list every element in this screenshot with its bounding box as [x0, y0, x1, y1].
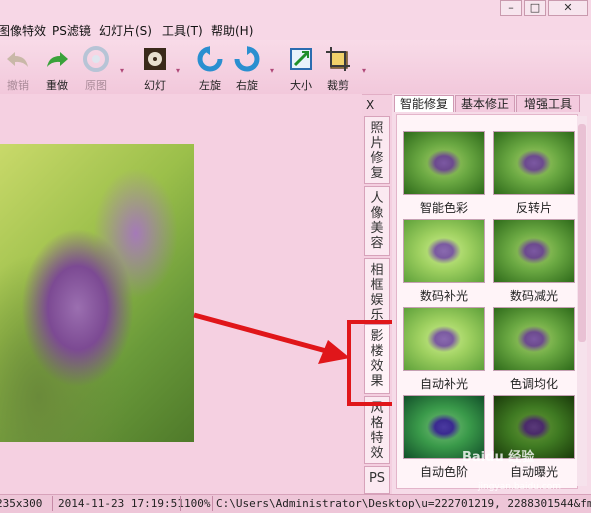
crop-label: 裁剪 [327, 79, 349, 92]
crop-dropdown-icon[interactable]: ▾ [362, 66, 370, 75]
resize-button[interactable]: 大小 [281, 46, 321, 92]
menu-tools[interactable]: 工具(T) [162, 22, 203, 39]
tab-enhance-tools[interactable]: 增强工具 [516, 95, 580, 112]
watermark-url: jingyan.baidu.com [478, 482, 562, 492]
rotate-left-button[interactable]: 左旋 [190, 46, 230, 92]
status-zoom: 100% [184, 497, 211, 510]
tab-portrait-beauty[interactable]: 人像美容 [364, 186, 390, 256]
menu-ps-filter[interactable]: PS滤镜 [52, 22, 91, 39]
thumb-digital-fill-light[interactable] [403, 219, 485, 283]
label-auto-exposure: 自动曝光 [509, 465, 558, 479]
scrollbar-thumb[interactable] [578, 124, 586, 342]
thumb-auto-fill-light[interactable] [403, 307, 485, 371]
original-button[interactable]: 原图 [76, 46, 116, 92]
menu-help[interactable]: 帮助(H) [211, 22, 253, 39]
label-reversal-film: 反转片 [515, 201, 552, 215]
undo-label: 撤销 [7, 79, 29, 92]
redo-label: 重做 [46, 79, 68, 92]
label-digital-reduce-light: 数码减光 [509, 289, 558, 303]
toolbar: 撤销 重做 原图 ▾ 幻灯 ▾ 左旋 右旋 ▾ 大小 裁剪 ▾ [0, 40, 591, 95]
tab-smart-repair[interactable]: 智能修复 [394, 95, 454, 112]
status-image-size: 235x300 [0, 497, 43, 510]
crop-button[interactable]: 裁剪 [318, 46, 358, 92]
label-digital-fill-light: 数码补光 [419, 289, 468, 303]
effects-panel: 智能修复 基本修正 增强工具 智能色彩 反转片 数码补光 数码减光 自动补光 色… [392, 94, 591, 494]
redo-button[interactable]: 重做 [37, 46, 77, 92]
original-dropdown-icon[interactable]: ▾ [120, 66, 128, 75]
menu-bar: 图像特效 PS滤镜 幻灯片(S) 工具(T) 帮助(H) – □ ✕ [0, 0, 591, 40]
effects-grid: 智能色彩 反转片 数码补光 数码减光 自动补光 色调均化 自动色阶 自动曝光 [396, 114, 578, 489]
status-datetime: 2014-11-23 17:19:51 [58, 497, 184, 510]
thumb-smart-color[interactable] [403, 131, 485, 195]
crop-icon [326, 47, 350, 71]
status-bar: 235x300 2014-11-23 17:19:51 100% C:\User… [0, 494, 591, 513]
tab-style-effects[interactable]: 风格特效 [364, 396, 390, 464]
thumb-reversal-film[interactable] [493, 131, 575, 195]
resize-icon [290, 48, 312, 70]
resize-label: 大小 [290, 79, 312, 92]
undo-button[interactable]: 撤销 [0, 46, 38, 92]
tab-frame-fun[interactable]: 相框娱乐 [364, 258, 390, 328]
rotate-right-button[interactable]: 右旋 [227, 46, 267, 92]
original-icon [83, 46, 109, 72]
tab-photo-repair[interactable]: 照片修复 [364, 116, 390, 184]
thumb-tone-equalize[interactable] [493, 307, 575, 371]
watermark-logo: Baidu 经验 [462, 450, 535, 465]
rotate-right-label: 右旋 [236, 79, 258, 92]
tab-ps[interactable]: PS [364, 466, 390, 494]
label-auto-levels: 自动色阶 [419, 465, 468, 479]
lilac-photo [0, 144, 194, 442]
original-label: 原图 [85, 79, 107, 92]
close-window-button[interactable]: ✕ [548, 0, 588, 16]
menu-image-effects[interactable]: 图像特效 [0, 22, 46, 39]
film-reel-icon [144, 48, 166, 70]
undo-icon [7, 52, 28, 67]
thumb-digital-reduce-light[interactable] [493, 219, 575, 283]
slideshow-label: 幻灯 [144, 79, 166, 92]
label-auto-fill-light: 自动补光 [419, 377, 468, 391]
minimize-button[interactable]: – [500, 0, 522, 16]
rotate-left-icon [197, 46, 223, 72]
rotate-right-icon [234, 46, 260, 72]
status-file-path: C:\Users\Administrator\Desktop\u=2227012… [216, 497, 591, 510]
menu-slideshow[interactable]: 幻灯片(S) [99, 22, 152, 39]
redo-icon [47, 52, 68, 67]
panel-scrollbar[interactable] [577, 116, 587, 486]
panel-close-button[interactable]: X [366, 98, 374, 112]
maximize-button[interactable]: □ [524, 0, 546, 16]
red-arrow-icon [193, 312, 350, 364]
slideshow-dropdown-icon[interactable]: ▾ [176, 66, 184, 75]
side-tab-strip: 照片修复 人像美容 相框娱乐 影楼效果 风格特效 PS [364, 116, 390, 494]
rotate-dropdown-icon[interactable]: ▾ [270, 66, 278, 75]
label-tone-equalize: 色调均化 [509, 377, 558, 391]
tab-basic-correction[interactable]: 基本修正 [455, 95, 515, 112]
slideshow-button[interactable]: 幻灯 [135, 46, 175, 92]
rotate-left-label: 左旋 [199, 79, 221, 92]
label-smart-color: 智能色彩 [419, 201, 468, 215]
